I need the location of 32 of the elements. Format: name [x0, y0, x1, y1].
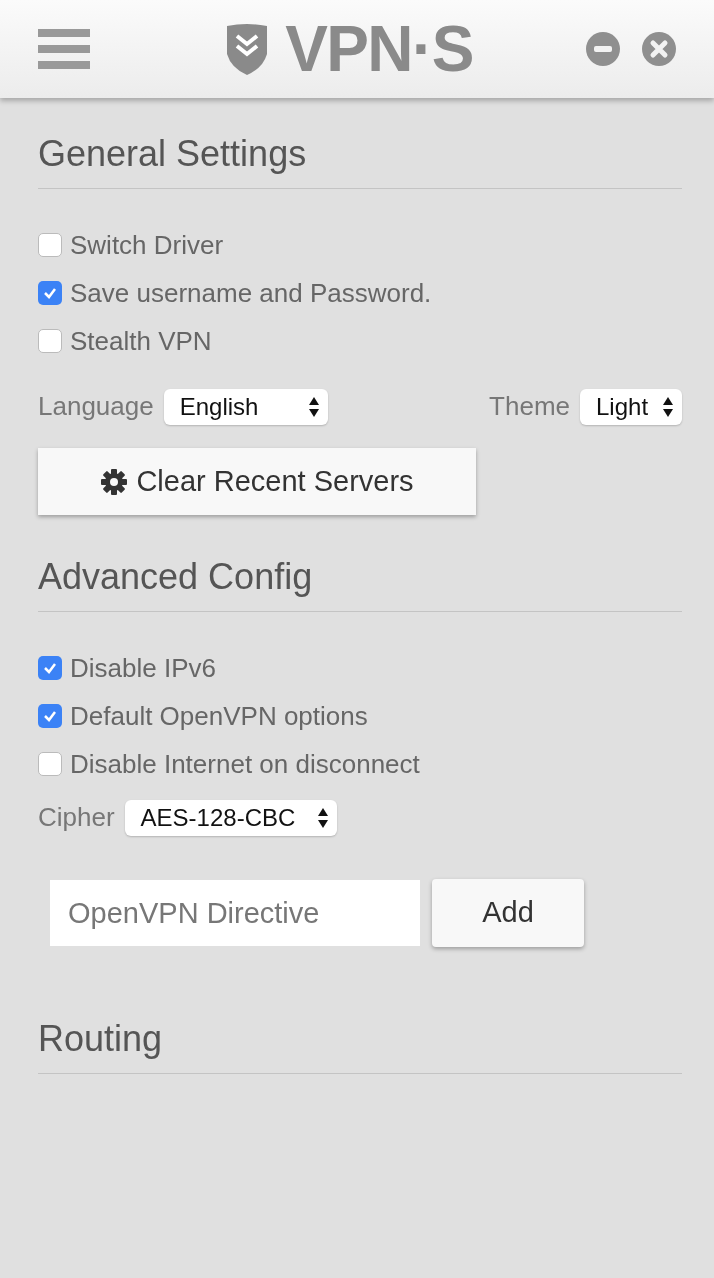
cipher-dropdown[interactable]: AES-128-CBC — [124, 799, 337, 836]
up-down-arrows-icon — [307, 395, 320, 418]
field-label: Theme — [489, 390, 570, 423]
checkbox-label: Switch Driver — [70, 228, 224, 262]
section-title: Routing — [38, 1017, 164, 1061]
section-title: General Settings — [38, 132, 308, 176]
language-dropdown[interactable]: English — [163, 388, 328, 425]
checkbox-label: Default OpenVPN options — [70, 699, 368, 733]
add-button[interactable]: Add — [432, 879, 584, 947]
logo-text: VPN·S — [285, 17, 473, 81]
section-title: Advanced Config — [38, 555, 314, 599]
directive-input-field[interactable]: OpenVPN Directive — [50, 880, 420, 946]
gear-icon — [100, 467, 129, 496]
checkbox[interactable] — [38, 704, 62, 728]
field-label: Cipher — [38, 801, 115, 834]
field-label: Language — [38, 390, 154, 423]
checkbox[interactable] — [38, 656, 62, 680]
checkbox-label: Disable Internet on disconnect — [70, 747, 420, 781]
theme-dropdown[interactable]: Light — [580, 388, 682, 425]
checkbox-label: Save username and Password. — [70, 276, 432, 310]
up-down-arrows-icon — [662, 395, 674, 418]
clear-recent-servers-button[interactable]: Clear Recent Servers — [38, 448, 476, 515]
checkbox[interactable] — [38, 233, 62, 257]
checkbox-label: Disable IPv6 — [70, 651, 216, 685]
checkbox-label: Stealth VPN — [70, 324, 212, 358]
checkbox[interactable] — [38, 752, 62, 776]
menu-icon[interactable] — [38, 26, 90, 72]
minimize-icon[interactable] — [586, 32, 620, 66]
checkbox[interactable] — [38, 281, 62, 305]
checkbox[interactable] — [38, 329, 62, 353]
close-icon[interactable] — [642, 32, 676, 66]
up-down-arrows-icon — [316, 806, 329, 829]
